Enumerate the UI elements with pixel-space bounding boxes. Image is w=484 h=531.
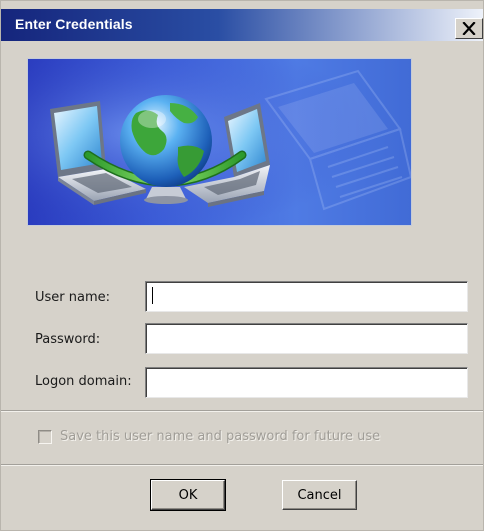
network-banner-image	[27, 58, 412, 226]
close-icon	[462, 22, 476, 35]
ok-button[interactable]: OK	[150, 479, 226, 511]
enter-credentials-dialog: Enter Credentials User name: Password: L…	[0, 0, 484, 531]
save-credentials-checkbox[interactable]	[38, 430, 52, 444]
text-caret	[152, 287, 153, 304]
logon-domain-label: Logon domain:	[35, 374, 132, 389]
logon-domain-input[interactable]	[145, 367, 468, 398]
close-button[interactable]	[455, 18, 483, 39]
password-label: Password:	[35, 332, 101, 347]
dialog-title: Enter Credentials	[15, 16, 133, 32]
title-bar[interactable]: Enter Credentials	[1, 9, 483, 41]
network-globe-icon	[28, 59, 411, 225]
save-credentials-label: Save this user name and password for fut…	[60, 429, 381, 444]
separator	[1, 410, 483, 412]
username-label: User name:	[35, 290, 111, 305]
cancel-button[interactable]: Cancel	[282, 480, 357, 510]
password-input[interactable]	[145, 323, 468, 354]
username-input[interactable]	[145, 281, 468, 312]
separator	[1, 464, 483, 466]
